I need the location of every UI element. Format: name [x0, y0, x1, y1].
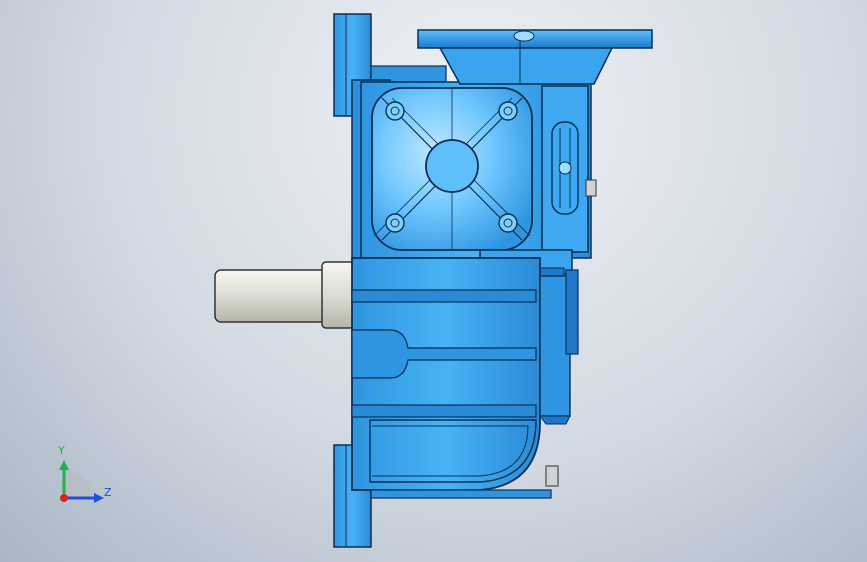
lower-housing: [351, 257, 541, 491]
cad-viewport[interactable]: Y Z: [0, 0, 867, 562]
output-shaft: [214, 261, 355, 329]
side-block: [541, 85, 597, 253]
right-side-parts: [539, 269, 579, 487]
gearbox-model[interactable]: [0, 0, 867, 562]
coordinate-triad: Y Z: [40, 440, 120, 520]
bottom-plate: [370, 489, 552, 499]
motor-input-flange: [417, 29, 653, 85]
y-axis-label: Y: [58, 444, 65, 457]
worm-cover: [371, 87, 533, 251]
z-axis-label: Z: [104, 486, 112, 499]
triad-icon: [59, 460, 104, 503]
